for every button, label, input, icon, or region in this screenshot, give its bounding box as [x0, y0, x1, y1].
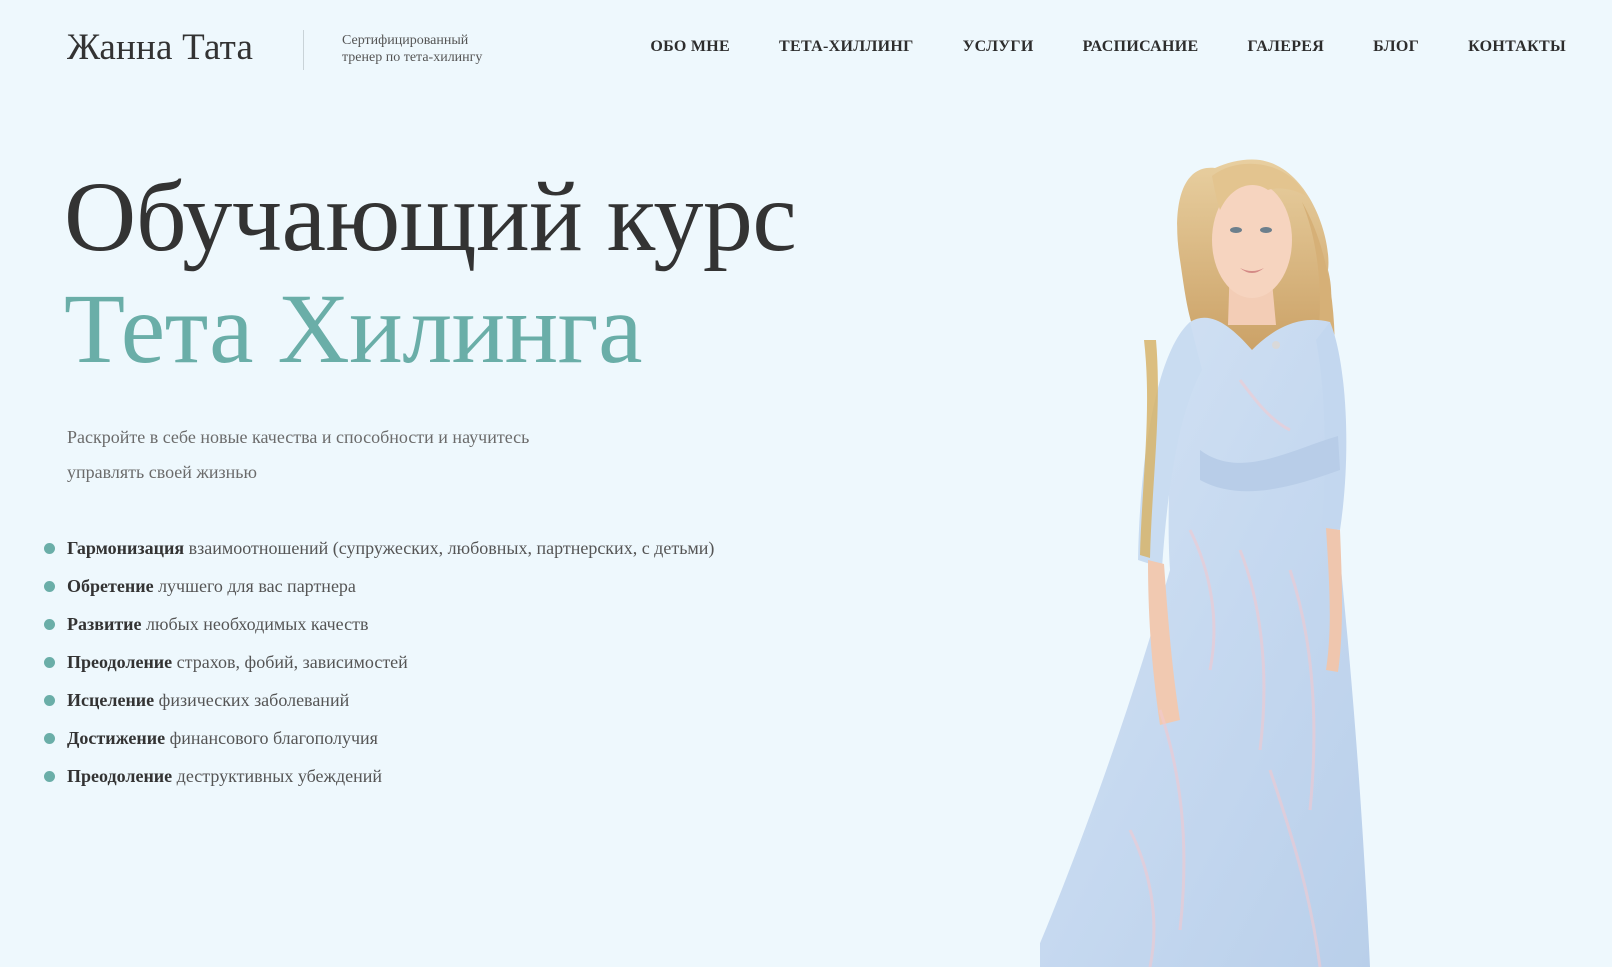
benefit-text: финансового благополучия	[165, 728, 378, 748]
bullet-dot-icon	[44, 543, 55, 554]
benefit-item: Преодоление страхов, фобий, зависимостей	[44, 650, 714, 688]
bullet-dot-icon	[44, 619, 55, 630]
brand-tagline: Сертифицированный тренер по тета-хилингу	[342, 32, 482, 66]
benefit-item: Развитие любых необходимых качеств	[44, 612, 714, 650]
tagline-line-1: Сертифицированный	[342, 33, 469, 48]
nav-item-contacts[interactable]: КОНТАКТЫ	[1468, 38, 1566, 56]
brand-logo-name[interactable]: Жанна Тата	[67, 26, 253, 69]
nav-item-schedule[interactable]: РАСПИСАНИЕ	[1083, 38, 1199, 56]
benefit-text: страхов, фобий, зависимостей	[172, 652, 408, 672]
nav-item-services[interactable]: УСЛУГИ	[963, 38, 1034, 56]
hero-subtitle: Раскройте в себе новые качества и способ…	[67, 420, 627, 490]
main-nav: ОБО МНЕ ТЕТА-ХИЛЛИНГ УСЛУГИ РАСПИСАНИЕ Г…	[650, 38, 1566, 56]
bullet-dot-icon	[44, 657, 55, 668]
tagline-line-2: тренер по тета-хилингу	[342, 50, 483, 65]
benefit-text: физических заболеваний	[154, 690, 350, 710]
benefit-text: любых необходимых качеств	[141, 614, 369, 634]
benefit-item: Гармонизация взаимоотношений (супружески…	[44, 536, 714, 574]
benefit-text: деструктивных убеждений	[172, 766, 382, 786]
portrait-photo	[1040, 159, 1370, 967]
benefit-text: лучшего для вас партнера	[153, 576, 356, 596]
nav-item-theta-healing[interactable]: ТЕТА-ХИЛЛИНГ	[779, 38, 914, 56]
benefit-item: Достижение финансового благополучия	[44, 726, 714, 764]
benefit-text: взаимоотношений (супружеских, любовных, …	[184, 538, 715, 558]
brand-divider	[303, 30, 304, 70]
benefit-keyword: Исцеление	[67, 690, 155, 710]
nav-item-gallery[interactable]: ГАЛЕРЕЯ	[1247, 38, 1324, 56]
hero-title-line-1: Обучающий курс	[64, 161, 797, 272]
bullet-dot-icon	[44, 771, 55, 782]
benefit-keyword: Обретение	[67, 576, 154, 596]
benefit-keyword: Преодоление	[67, 766, 173, 786]
bullet-dot-icon	[44, 695, 55, 706]
benefit-keyword: Преодоление	[67, 652, 173, 672]
nav-item-about[interactable]: ОБО МНЕ	[650, 38, 730, 56]
benefits-list: Гармонизация взаимоотношений (супружески…	[44, 536, 714, 802]
hero-subtitle-line-2: управлять своей жизнью	[67, 462, 257, 482]
bullet-dot-icon	[44, 581, 55, 592]
benefit-item: Преодоление деструктивных убеждений	[44, 764, 714, 802]
benefit-keyword: Гармонизация	[67, 538, 185, 558]
bullet-dot-icon	[44, 733, 55, 744]
benefit-item: Исцеление физических заболеваний	[44, 688, 714, 726]
hero-subtitle-line-1: Раскройте в себе новые качества и способ…	[67, 427, 530, 447]
benefit-keyword: Развитие	[67, 614, 142, 634]
page: Жанна Тата Сертифицированный тренер по т…	[0, 0, 1612, 967]
benefit-keyword: Достижение	[67, 728, 166, 748]
benefit-item: Обретение лучшего для вас партнера	[44, 574, 714, 612]
hero-title-line-2: Тета Хилинга	[64, 273, 643, 384]
nav-item-blog[interactable]: БЛОГ	[1373, 38, 1419, 56]
